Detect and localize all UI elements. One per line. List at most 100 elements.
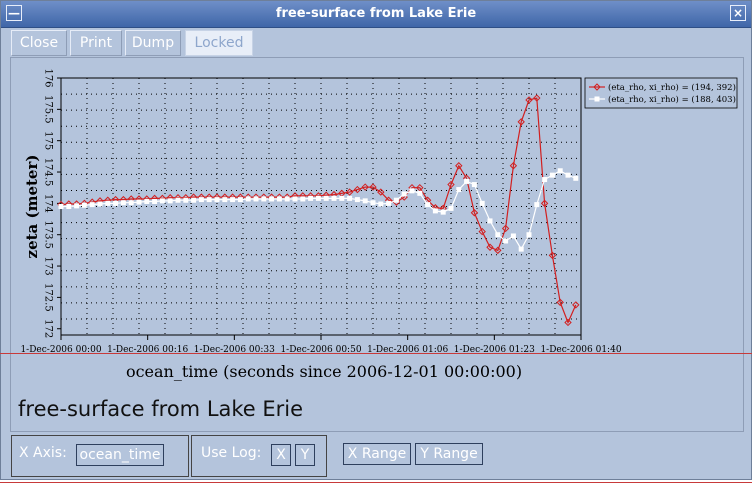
y-tick-label: 174.5 [43,158,54,187]
data-point [331,195,337,201]
use-log-label: Use Log: [201,445,262,461]
chart-legend: (eta_rho, xi_rho) = (194, 392)(eta_rho, … [584,77,738,109]
background-window-edge [0,353,752,354]
data-point [549,172,555,178]
title-bar[interactable]: — free-surface from Lake Erie × [1,1,751,28]
data-point [206,197,212,203]
background-window-edge-bottom [0,482,752,483]
print-button[interactable]: Print [70,30,122,56]
data-point [183,197,189,203]
data-point [308,195,314,201]
x-axis-group: X Axis: ocean_time [11,435,189,477]
data-point [128,200,134,206]
data-point [261,196,267,202]
data-point [479,200,485,206]
x-ticks: 1-Dec-2006 00:00 1-Dec-2006 00:16 1-Dec-20… [20,335,622,355]
x-axis-label-text: X Axis: [19,445,67,461]
data-point [487,218,493,224]
data-point [565,172,571,178]
data-point [503,238,509,244]
use-log-group: Use Log: X Y [191,435,327,477]
data-point [198,197,204,203]
data-point [401,191,407,197]
dump-button[interactable]: Dump [125,30,181,56]
series-line-red [60,97,577,325]
plot-window: — free-surface from Lake Erie × Close Pr… [0,0,752,480]
data-point [222,197,228,203]
y-axis-label: zeta (meter) [23,155,41,259]
data-point [471,182,477,188]
series-line-white [61,170,577,251]
data-point [230,197,236,203]
legend-label: (eta_rho, xi_rho) = (188, 403) [608,94,736,105]
data-point [573,175,579,181]
data-point [214,197,220,203]
data-point [144,198,150,204]
data-point [276,196,282,202]
legend-marker [594,96,600,102]
data-point [245,196,251,202]
data-point [159,198,165,204]
data-point [292,196,298,202]
window-close-icon[interactable]: × [730,5,746,21]
plot-panel: 172 172.5 173 173.5 174 174.5 175 175.5 176 1-De… [10,57,744,432]
data-point [339,195,345,201]
data-point [284,196,290,202]
data-point [315,195,321,201]
data-point [354,197,360,203]
x-range-button[interactable]: X Range [343,443,411,465]
data-point [323,195,329,201]
data-point [175,197,181,203]
data-point [557,168,563,174]
y-tick-label: 172.5 [43,283,54,312]
data-point [136,199,142,205]
data-point [113,200,119,206]
data-point [300,196,306,202]
locked-button[interactable]: Locked [185,30,253,56]
data-point [510,233,516,239]
x-axis-field[interactable]: ocean_time [76,444,164,466]
data-point [425,202,431,208]
data-point [409,188,415,194]
window-title: free-surface from Lake Erie [275,6,477,21]
line-chart: 172 172.5 173 173.5 174 174.5 175 175.5 176 1-De… [20,68,738,381]
data-point [237,197,243,203]
data-point [253,196,259,202]
data-point [393,197,399,203]
y-tick-label: 174 [43,194,54,213]
close-button[interactable]: Close [11,30,67,56]
series-layer [57,94,580,327]
y-range-button[interactable]: Y Range [415,443,483,465]
y-tick-label: 175.5 [43,95,54,124]
log-x-toggle[interactable]: X [271,444,291,466]
data-point [464,178,470,184]
data-point [432,208,438,214]
data-point [347,195,353,201]
data-point [191,197,197,203]
data-point [542,177,548,183]
data-point [417,190,423,196]
data-point [105,200,111,206]
data-point [526,232,532,238]
log-y-toggle[interactable]: Y [295,444,315,466]
data-point [534,202,540,208]
data-point [152,198,158,204]
y-ticks: 172 172.5 173 173.5 174 174.5 175 175.5 176 [43,68,61,338]
data-point [378,201,384,207]
data-point [120,200,126,206]
y-tick-label: 176 [43,68,54,87]
data-point [440,209,446,215]
data-point [495,232,501,238]
data-point [362,198,368,204]
x-axis-label: ocean_time (seconds since 2006-12-01 00:… [126,362,522,381]
data-point [81,202,87,208]
data-point [269,196,275,202]
data-point [58,204,64,209]
data-point [370,200,376,206]
data-point [97,201,103,207]
data-point [448,205,454,211]
y-tick-label: 172 [43,319,54,338]
data-point [66,204,72,209]
data-point [518,246,524,252]
y-tick-label: 175 [43,131,54,150]
